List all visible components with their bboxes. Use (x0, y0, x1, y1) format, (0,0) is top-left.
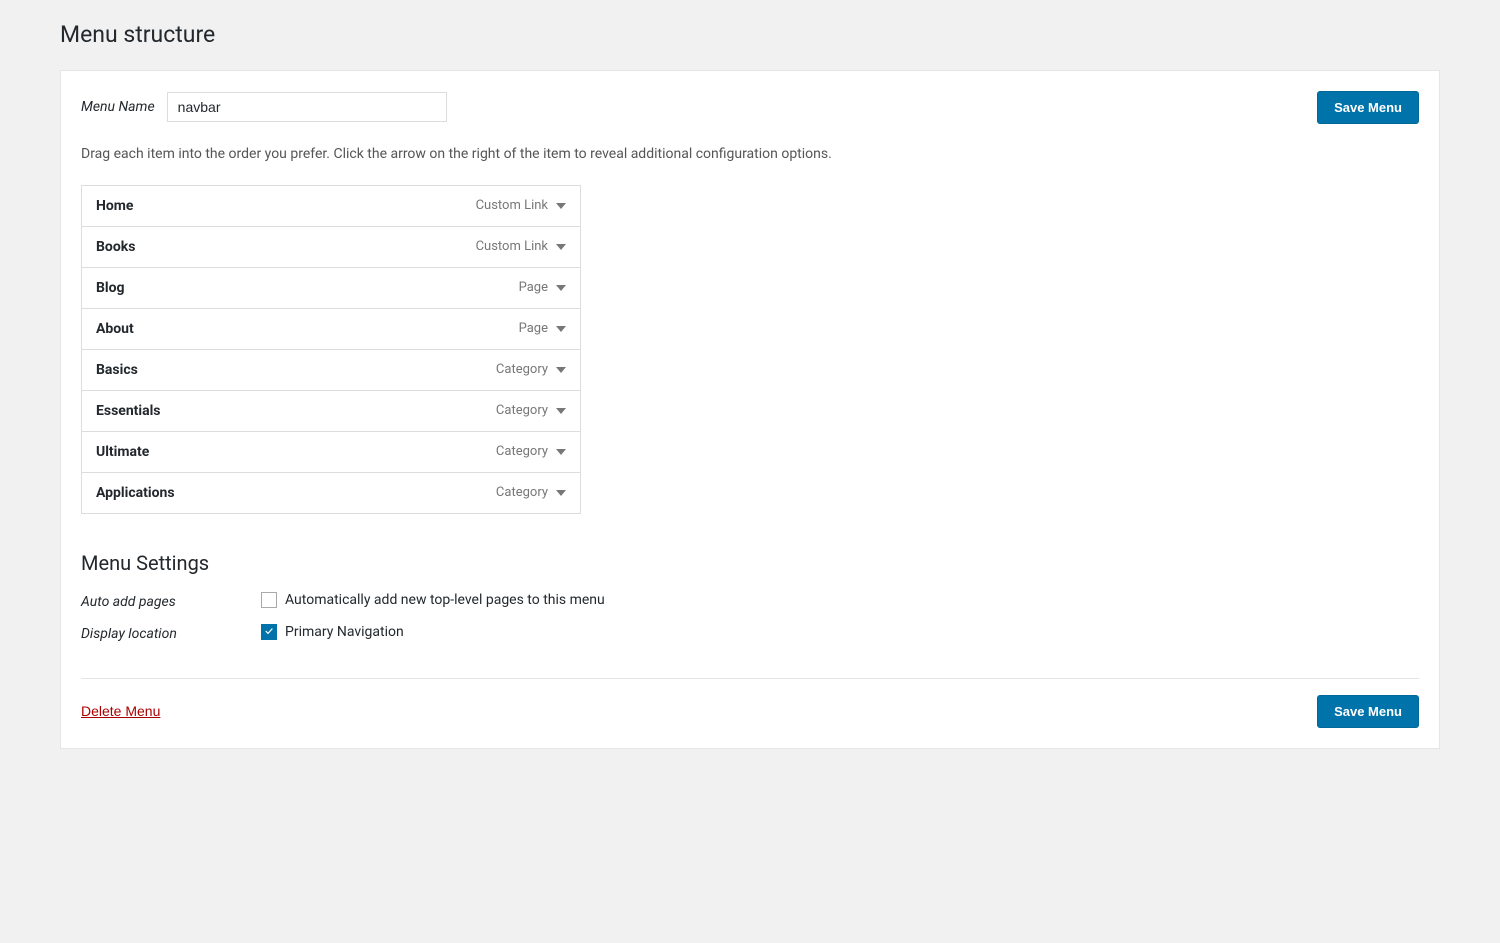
auto-add-pages-row: Auto add pages Automatically add new top… (81, 592, 1419, 610)
menu-item[interactable]: Basics Category (82, 350, 580, 391)
chevron-down-icon[interactable] (556, 367, 566, 373)
drag-instruction: Drag each item into the order you prefer… (81, 144, 1419, 165)
auto-add-label: Auto add pages (81, 592, 231, 610)
save-menu-button-bottom[interactable]: Save Menu (1317, 695, 1419, 728)
menu-name-label: Menu Name (81, 99, 155, 115)
menu-item-right: Page (519, 280, 566, 295)
menu-item-type: Category (496, 403, 548, 418)
menu-name-input[interactable] (167, 92, 447, 122)
menu-item-name: Basics (96, 362, 138, 378)
menu-item-type: Category (496, 485, 548, 500)
menu-item[interactable]: About Page (82, 309, 580, 350)
menu-item-type: Category (496, 444, 548, 459)
chevron-down-icon[interactable] (556, 408, 566, 414)
menu-item-name: Home (96, 198, 133, 214)
menu-settings-title: Menu Settings (81, 550, 1419, 576)
menu-item-name: Blog (96, 280, 125, 296)
menu-item-name: Books (96, 239, 135, 255)
menu-item-type: Category (496, 362, 548, 377)
menu-item-right: Custom Link (476, 198, 566, 213)
menu-item[interactable]: Blog Page (82, 268, 580, 309)
menu-item-right: Category (496, 444, 566, 459)
menu-items-list: HomeCustom LinkBooksCustom LinkBlogPageA… (81, 185, 581, 514)
footer-row: Delete Menu Save Menu (81, 678, 1419, 728)
menu-item-type: Page (519, 280, 548, 295)
menu-item-type: Custom Link (476, 239, 548, 254)
menu-settings-section: Menu Settings Auto add pages Automatical… (81, 550, 1419, 642)
chevron-down-icon[interactable] (556, 449, 566, 455)
save-menu-button-top[interactable]: Save Menu (1317, 91, 1419, 124)
display-location-checkbox[interactable] (261, 624, 277, 640)
menu-item-right: Page (519, 321, 566, 336)
display-location-text: Primary Navigation (285, 624, 404, 640)
display-location-label: Display location (81, 624, 231, 642)
menu-item-name: Essentials (96, 403, 161, 419)
menu-item-name: Applications (96, 485, 175, 501)
menu-item[interactable]: Books Custom Link (82, 227, 580, 268)
menu-item-right: Category (496, 403, 566, 418)
auto-add-value: Automatically add new top-level pages to… (261, 592, 605, 608)
delete-menu-button[interactable]: Delete Menu (81, 703, 160, 719)
menu-item-name: Ultimate (96, 444, 149, 460)
display-location-value: Primary Navigation (261, 624, 404, 640)
menu-item[interactable]: Essentials Category (82, 391, 580, 432)
display-location-row: Display location Primary Navigation (81, 624, 1419, 642)
menu-item-type: Custom Link (476, 198, 548, 213)
menu-name-left: Menu Name (81, 92, 447, 122)
chevron-down-icon[interactable] (556, 244, 566, 250)
menu-structure-box: Menu Name Save Menu Drag each item into … (60, 70, 1440, 749)
menu-item-name: About (96, 321, 134, 337)
menu-item[interactable]: Home Custom Link (82, 186, 580, 227)
auto-add-checkbox[interactable] (261, 592, 277, 608)
menu-item[interactable]: Ultimate Category (82, 432, 580, 473)
chevron-down-icon[interactable] (556, 203, 566, 209)
menu-item-right: Category (496, 485, 566, 500)
menu-item[interactable]: Applications Category (82, 473, 580, 513)
menu-item-type: Page (519, 321, 548, 336)
menu-item-right: Category (496, 362, 566, 377)
chevron-down-icon[interactable] (556, 285, 566, 291)
page-container: Menu structure Menu Name Save Menu Drag … (60, 20, 1440, 749)
auto-add-text: Automatically add new top-level pages to… (285, 592, 605, 608)
chevron-down-icon[interactable] (556, 490, 566, 496)
menu-name-row: Menu Name Save Menu (81, 91, 1419, 124)
chevron-down-icon[interactable] (556, 326, 566, 332)
menu-item-right: Custom Link (476, 239, 566, 254)
page-title: Menu structure (60, 20, 1440, 50)
